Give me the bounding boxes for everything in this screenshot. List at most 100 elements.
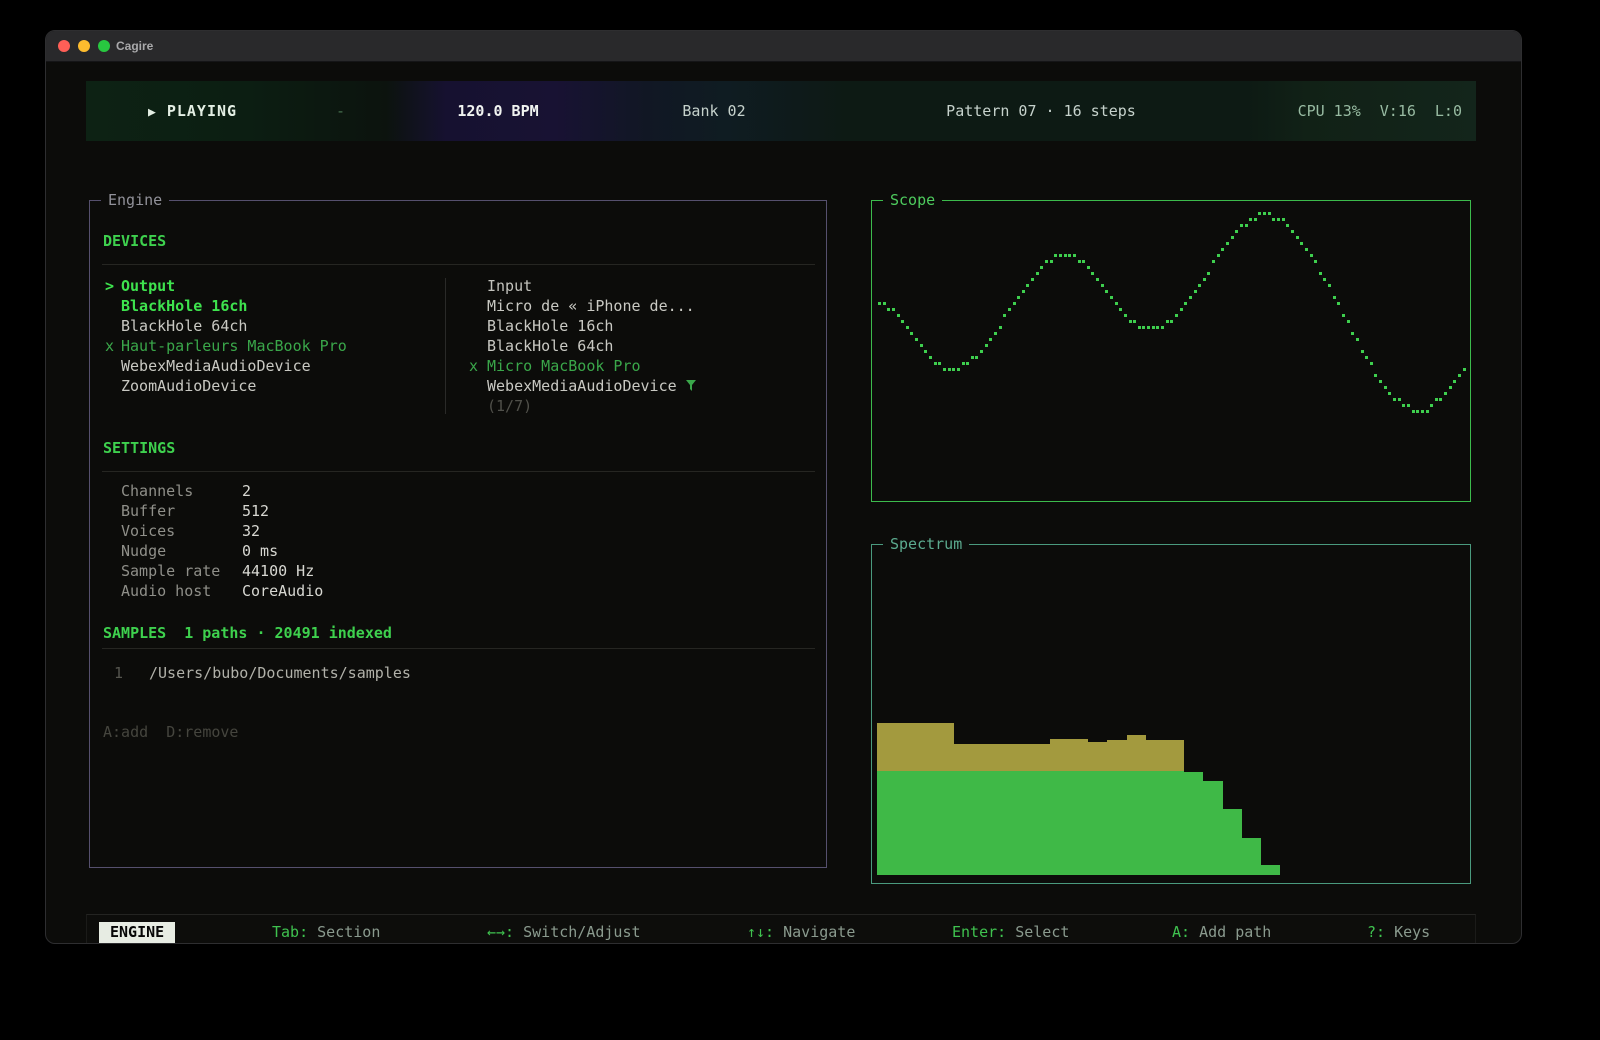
scope-dot bbox=[1282, 218, 1285, 221]
settings-list: Channels2Buffer512Voices32Nudge0 msSampl… bbox=[90, 481, 826, 601]
device-label: WebexMediaAudioDevice bbox=[121, 357, 311, 375]
scope-dot bbox=[1050, 260, 1053, 263]
input-device-option[interactable]: BlackHole 16ch bbox=[469, 316, 697, 336]
output-device-option[interactable]: xHaut-parleurs MacBook Pro bbox=[90, 336, 445, 356]
engine-panel: Engine DEVICES >OutputBlackHole 16chBlac… bbox=[89, 200, 827, 868]
spectrum-level-bar bbox=[1031, 771, 1050, 875]
scope-dot bbox=[1031, 278, 1034, 281]
hint-label: Section bbox=[308, 923, 380, 941]
device-label: Haut-parleurs MacBook Pro bbox=[121, 337, 347, 355]
scope-dot bbox=[1036, 272, 1039, 275]
setting-value: 32 bbox=[242, 522, 260, 540]
hint-key: A: bbox=[1172, 923, 1190, 941]
spectrum-level-bar bbox=[1127, 771, 1146, 875]
input-device-option[interactable]: Micro de « iPhone de... bbox=[469, 296, 697, 316]
scope-dot bbox=[1305, 248, 1308, 251]
spectrum-level-bar bbox=[992, 771, 1011, 875]
spectrum-peak-bar bbox=[877, 723, 896, 771]
scope-dot bbox=[1003, 314, 1006, 317]
scope-dot bbox=[1272, 218, 1275, 221]
scope-dot bbox=[1082, 260, 1085, 263]
input-pager: (1/7) bbox=[469, 396, 697, 416]
input-device-option[interactable]: BlackHole 64ch bbox=[469, 336, 697, 356]
hint-key: ?: bbox=[1367, 923, 1385, 941]
settings-heading: SETTINGS bbox=[103, 438, 826, 458]
scope-dot bbox=[1212, 260, 1215, 263]
sample-path-list: 1/Users/bubo/Documents/samples bbox=[90, 663, 826, 683]
scope-dot bbox=[966, 362, 969, 365]
device-columns: >OutputBlackHole 16chBlackHole 64chxHaut… bbox=[90, 276, 826, 416]
scope-dot bbox=[971, 356, 974, 359]
scope-dot bbox=[943, 368, 946, 371]
input-device-option[interactable]: xMicro MacBook Pro bbox=[469, 356, 697, 376]
scope-dot bbox=[1087, 266, 1090, 269]
setting-row[interactable]: Buffer512 bbox=[121, 501, 826, 521]
pattern-display[interactable]: Pattern 07 · 16 steps bbox=[946, 81, 1136, 141]
setting-row[interactable]: Sample rate44100 Hz bbox=[121, 561, 826, 581]
scope-dot bbox=[906, 326, 909, 329]
setting-row[interactable]: Channels2 bbox=[121, 481, 826, 501]
scope-dot bbox=[1388, 392, 1391, 395]
scope-dot bbox=[1402, 404, 1405, 407]
close-button[interactable] bbox=[58, 40, 70, 52]
setting-label: Nudge bbox=[121, 541, 242, 561]
zoom-button[interactable] bbox=[98, 40, 110, 52]
setting-value: 2 bbox=[242, 482, 251, 500]
scope-dot bbox=[878, 302, 881, 305]
scope-dot bbox=[1026, 284, 1029, 287]
scope-dot bbox=[975, 356, 978, 359]
spectrum-peak-bar bbox=[992, 744, 1011, 771]
scope-dot bbox=[1379, 380, 1382, 383]
scope-dot bbox=[1231, 236, 1234, 239]
active-device-marker: x bbox=[105, 336, 121, 356]
scope-dot bbox=[952, 368, 955, 371]
minimize-button[interactable] bbox=[78, 40, 90, 52]
key-hint: ←→: Switch/Adjust bbox=[487, 915, 641, 944]
setting-label: Voices bbox=[121, 521, 242, 541]
scope-dot bbox=[1217, 254, 1220, 257]
scope-dot bbox=[1291, 230, 1294, 233]
scope-dot bbox=[920, 344, 923, 347]
scope-dot bbox=[1022, 290, 1025, 293]
output-device-option[interactable]: BlackHole 64ch bbox=[90, 316, 445, 336]
scope-dot bbox=[1416, 410, 1419, 413]
spectrum-peak-bar bbox=[915, 723, 934, 771]
hint-label: Keys bbox=[1385, 923, 1430, 941]
scope-dot bbox=[1254, 218, 1257, 221]
section-divider bbox=[102, 648, 815, 649]
scope-dot bbox=[1296, 236, 1299, 239]
spectrum-level-bar bbox=[1088, 771, 1107, 875]
hint-key: Enter: bbox=[952, 923, 1006, 941]
output-device-option[interactable]: BlackHole 16ch bbox=[90, 296, 445, 316]
path-text: /Users/bubo/Documents/samples bbox=[149, 664, 411, 682]
spectrum-level-bar bbox=[1011, 771, 1030, 875]
output-device-option[interactable]: WebexMediaAudioDevice bbox=[90, 356, 445, 376]
key-hint: ↑↓: Navigate bbox=[747, 915, 855, 944]
scope-dot bbox=[1054, 254, 1057, 257]
spectrum-level-bar bbox=[1242, 838, 1261, 875]
setting-row[interactable]: Audio hostCoreAudio bbox=[121, 581, 826, 601]
scope-dot bbox=[1013, 302, 1016, 305]
sample-path-row[interactable]: 1/Users/bubo/Documents/samples bbox=[105, 663, 826, 683]
scope-dot bbox=[1156, 326, 1159, 329]
scope-dot bbox=[1170, 320, 1173, 323]
devices-heading: DEVICES bbox=[103, 231, 826, 251]
performance-meter: CPU 13%V:16L:0 bbox=[1298, 81, 1462, 141]
scope-dot bbox=[1351, 332, 1354, 335]
samples-heading-label: SAMPLES bbox=[103, 624, 166, 642]
output-device-option[interactable]: ZoomAudioDevice bbox=[90, 376, 445, 396]
scope-dot bbox=[1105, 290, 1108, 293]
input-device-list: InputMicro de « iPhone de...BlackHole 16… bbox=[469, 276, 697, 416]
scope-dot bbox=[1361, 350, 1364, 353]
scope-dot bbox=[1194, 290, 1197, 293]
spectrum-level-bar bbox=[1184, 772, 1203, 875]
setting-row[interactable]: Nudge0 ms bbox=[121, 541, 826, 561]
scope-dot bbox=[901, 320, 904, 323]
input-device-option[interactable]: WebexMediaAudioDevice bbox=[469, 376, 697, 396]
spectrum-level-bar bbox=[1203, 781, 1222, 875]
scope-dot bbox=[957, 368, 960, 371]
setting-row[interactable]: Voices32 bbox=[121, 521, 826, 541]
bpm-display[interactable]: 120.0 BPM bbox=[457, 81, 538, 141]
spectrum-peak-bar bbox=[1146, 740, 1165, 771]
bank-display[interactable]: Bank 02 bbox=[682, 81, 745, 141]
